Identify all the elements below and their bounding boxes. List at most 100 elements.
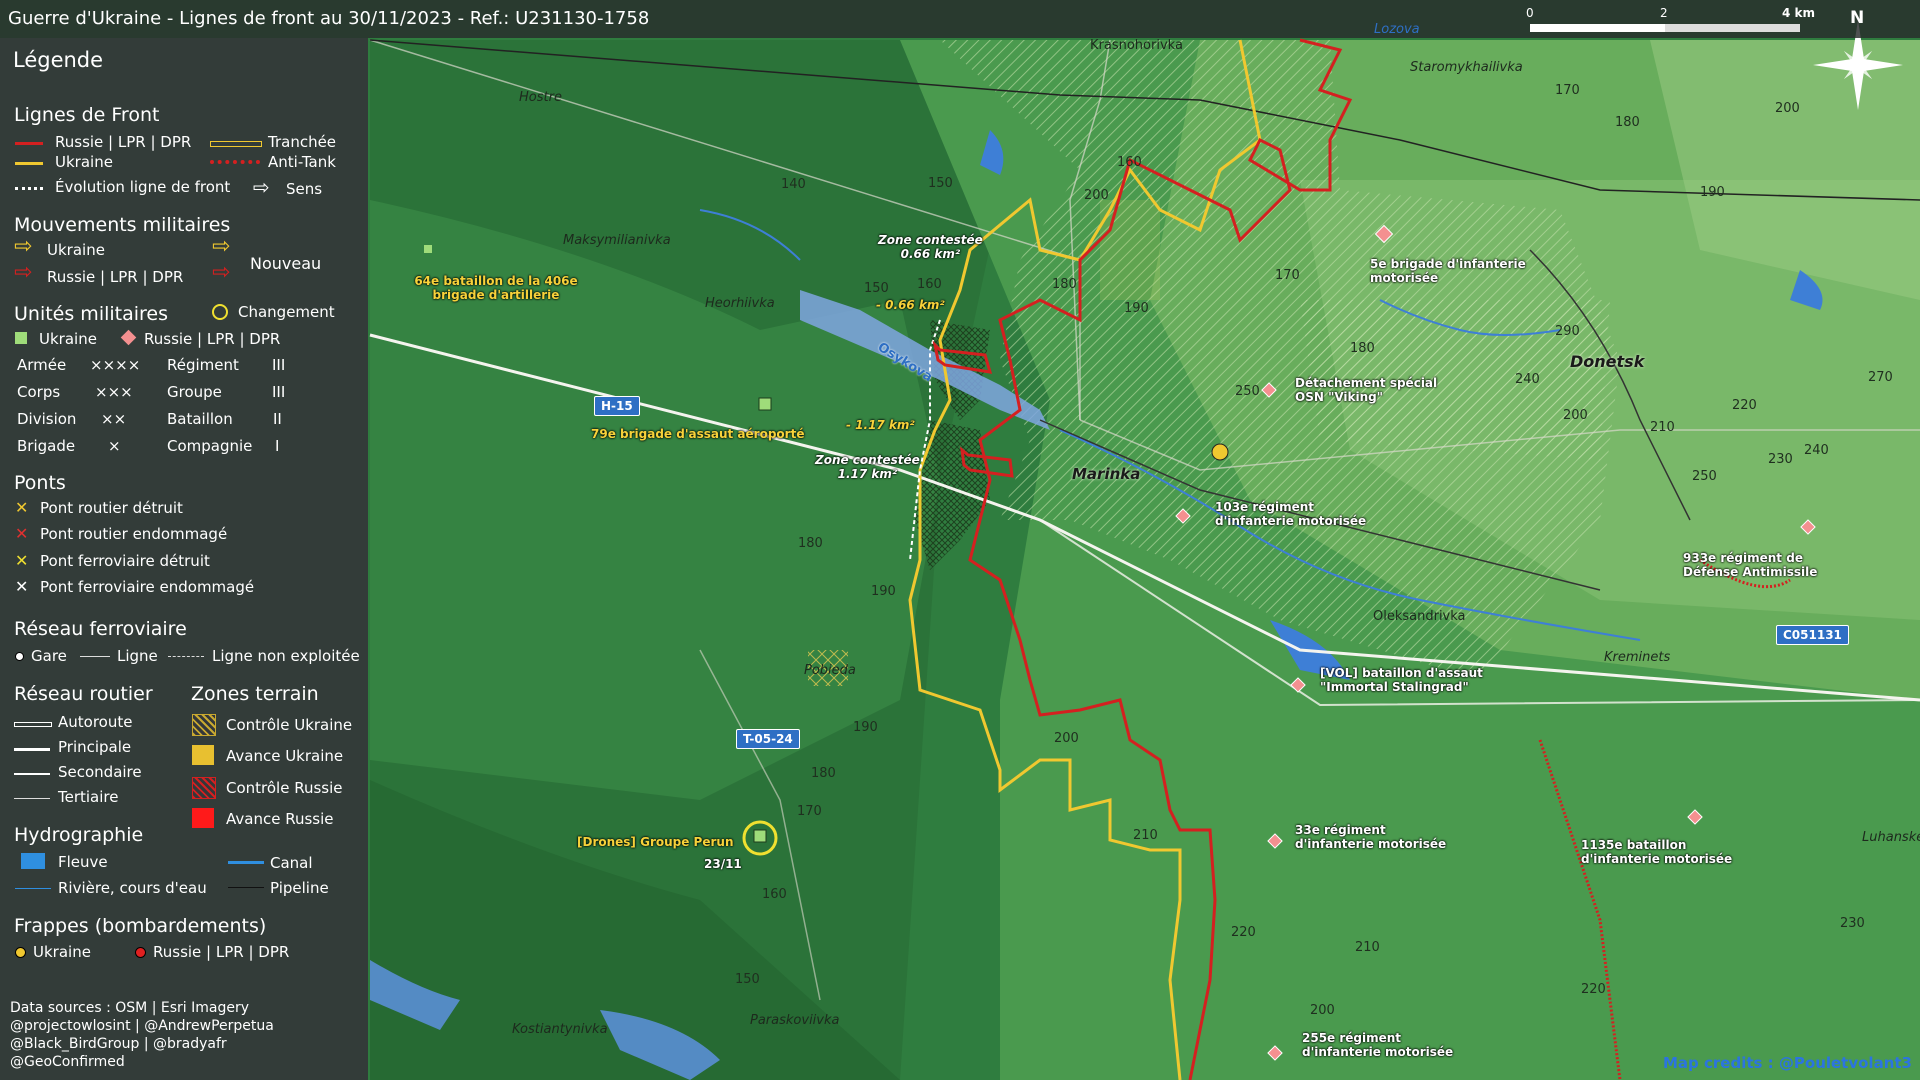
legend-front-ukraine: Ukraine: [55, 153, 113, 171]
contour-label: 210: [1355, 940, 1380, 955]
unit-label-russia[interactable]: [VOL] bataillon d'assaut "Immortal Stali…: [1320, 666, 1510, 694]
contour-label: 220: [1732, 398, 1757, 413]
contour-label: 220: [1581, 982, 1606, 997]
russia-line-swatch: [15, 142, 43, 145]
road-item: Secondaire: [58, 763, 142, 781]
russia-move-arrow-icon: ⇨: [14, 260, 33, 285]
contour-label: 250: [1692, 469, 1717, 484]
zone-item: Avance Ukraine: [226, 747, 344, 765]
echelon-right-symbol: III: [272, 383, 286, 401]
road-bridge-destroyed-icon: ✕: [15, 498, 29, 517]
russia-new-arrow-icon: ⇨: [212, 260, 231, 285]
legend-units-russia: Russie | LPR | DPR: [144, 330, 281, 348]
road-tag-h15: H-15: [594, 396, 640, 416]
contour-label: 190: [871, 584, 896, 599]
canal-swatch: [228, 861, 264, 864]
place-label: Paraskoviivka: [750, 1013, 840, 1028]
contour-label: 180: [1615, 115, 1640, 130]
place-label: Heorhiivka: [705, 296, 775, 311]
contour-label: 200: [1054, 731, 1079, 746]
legend-zones-heading: Zones terrain: [191, 683, 319, 705]
unit-label-russia[interactable]: 5e brigade d'infanterie motorisée: [1370, 257, 1530, 285]
map-credits: Map credits : @Pouletvolant3: [1663, 1054, 1912, 1072]
place-label: Krasnohorivka: [1090, 38, 1183, 53]
unit-label-ukraine[interactable]: 79e brigade d'assaut aéroporté: [591, 427, 804, 441]
unit-date-label: 23/11: [704, 857, 742, 871]
place-label: Maksymilianivka: [563, 233, 671, 248]
scale-bar: 0 2 4 km: [1520, 4, 1820, 38]
legend-units-ukraine: Ukraine: [39, 330, 97, 348]
river-label: Lozova: [1374, 22, 1420, 37]
echelon-left-label: Brigade: [17, 437, 76, 455]
contour-label: 170: [1275, 268, 1300, 283]
unit-label-russia[interactable]: 255e régiment d'infanterie motorisée: [1302, 1031, 1462, 1059]
main-road-swatch: [14, 748, 50, 751]
legend-hydro-river-big: Fleuve: [58, 853, 108, 871]
contour-label: 150: [735, 972, 760, 987]
river-swatch: [15, 888, 51, 889]
evolution-line-swatch: [15, 187, 43, 190]
echelon-left-label: Division: [17, 410, 77, 428]
contour-label: 190: [1700, 185, 1725, 200]
contour-label: 240: [1515, 372, 1540, 387]
unit-label-russia[interactable]: 933e régiment de Défense Antimissile: [1683, 551, 1823, 579]
area-change-label: - 0.66 km²: [876, 298, 945, 312]
legend-panel: Légende Lignes de Front Russie | LPR | D…: [0, 38, 368, 1080]
data-source-line: @Black_BirdGroup | @bradyafr: [10, 1036, 227, 1052]
place-label: Oleksandrivka: [1373, 609, 1466, 624]
data-source-line: Data sources : OSM | Esri Imagery: [10, 1000, 250, 1016]
contested-zone-label: Zone contestée 1.17 km²: [815, 453, 920, 481]
legend-strikes-ukraine: Ukraine: [33, 943, 91, 961]
legend-rail-unused: Ligne non exploitée: [212, 647, 360, 665]
unit-label-russia[interactable]: 103e régiment d'infanterie motorisée: [1215, 500, 1375, 528]
echelon-left-symbol: ×: [108, 437, 121, 455]
unit-label-russia[interactable]: Détachement spécial OSN "Viking": [1295, 376, 1465, 404]
secondary-road-swatch: [14, 773, 50, 775]
legend-roads-heading: Réseau routier: [14, 683, 153, 705]
legend-move-new: Nouveau: [250, 254, 322, 273]
unit-label-ukraine[interactable]: 64e bataillon de la 406e brigade d'artil…: [396, 274, 596, 302]
echelon-right-label: Compagnie: [167, 437, 253, 455]
ukraine-line-swatch: [15, 162, 43, 165]
zone-item: Contrôle Ukraine: [226, 716, 353, 734]
scale-tick-4: 4 km: [1782, 6, 1816, 20]
echelon-right-label: Régiment: [167, 356, 239, 374]
contour-label: 180: [811, 766, 836, 781]
legend-move-ukraine: Ukraine: [47, 241, 105, 259]
echelon-right-label: Bataillon: [167, 410, 233, 428]
ukraine-control-swatch: [192, 714, 216, 736]
legend-front-direction: Sens: [286, 180, 323, 198]
unit-label-ukraine[interactable]: [Drones] Groupe Perun: [577, 835, 734, 849]
contour-label: 180: [798, 536, 823, 551]
legend-rail-station: Gare: [31, 647, 67, 665]
legend-movements-heading: Mouvements militaires: [14, 214, 231, 236]
change-circle-icon: [212, 304, 228, 320]
area-change-label: - 1.17 km²: [846, 418, 915, 432]
legend-units-heading: Unités militaires: [14, 303, 169, 325]
contour-label: 160: [762, 887, 787, 902]
scale-tick-0: 0: [1526, 6, 1534, 20]
contour-label: 190: [853, 720, 878, 735]
contour-label: 250: [1235, 384, 1260, 399]
contour-label: 180: [1350, 341, 1375, 356]
echelon-left-symbol: ××: [101, 410, 127, 428]
ukraine-unit-square-icon: [15, 332, 27, 344]
contested-zone-area: 1.17 km²: [837, 467, 898, 481]
contested-zone-area: 0.66 km²: [900, 247, 961, 261]
echelon-right-symbol: II: [273, 410, 282, 428]
legend-units-change: Changement: [238, 303, 335, 321]
bridge-item: Pont routier détruit: [40, 499, 183, 517]
road-item: Autoroute: [58, 713, 133, 731]
bridge-item: Pont ferroviaire endommagé: [40, 578, 255, 596]
antitank-swatch: [210, 160, 260, 164]
place-label: Pobieda: [804, 663, 856, 678]
road-tag-c051131: C051131: [1776, 625, 1849, 645]
tertiary-road-swatch: [14, 798, 50, 799]
contour-label: 180: [1052, 277, 1077, 292]
legend-heading: Légende: [13, 48, 104, 72]
unit-label-russia[interactable]: 33e régiment d'infanterie motorisée: [1295, 823, 1455, 851]
place-label: Donetsk: [1570, 352, 1645, 371]
russia-advance-swatch: [192, 808, 214, 828]
unit-label-russia[interactable]: 1135e bataillon d'infanterie motorisée: [1581, 838, 1741, 866]
rail-unused-swatch: [168, 656, 204, 657]
